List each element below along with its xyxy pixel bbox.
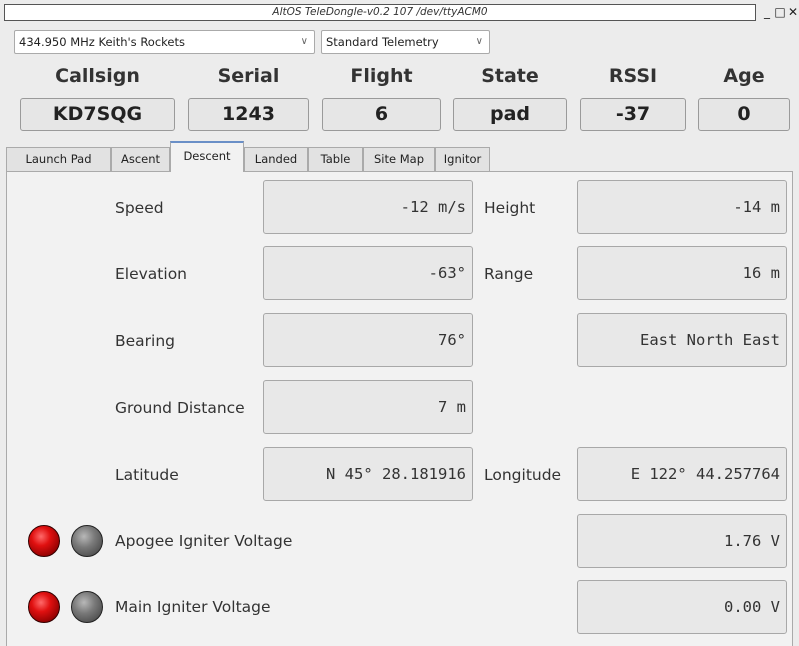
flight-header: Flight bbox=[350, 65, 413, 87]
tab-ascent[interactable]: Ascent bbox=[111, 147, 170, 171]
close-icon[interactable]: ✕ bbox=[786, 3, 799, 21]
callsign-value: KD7SQG bbox=[20, 98, 175, 131]
descent-panel: Speed -12 m/s Height -14 m Elevation -63… bbox=[6, 171, 793, 646]
latitude-label: Latitude bbox=[115, 466, 179, 484]
rssi-value: -37 bbox=[580, 98, 686, 131]
chevron-down-icon: ∨ bbox=[300, 36, 308, 47]
tab-table[interactable]: Table bbox=[308, 147, 363, 171]
longitude-field: E 122° 44.257764 bbox=[577, 447, 787, 501]
serial-header: Serial bbox=[217, 65, 280, 87]
age-value: 0 bbox=[698, 98, 790, 131]
tab-site-map[interactable]: Site Map bbox=[363, 147, 435, 171]
tab-landed[interactable]: Landed bbox=[244, 147, 308, 171]
bearing-direction-field: East North East bbox=[577, 313, 787, 367]
telemetry-select-value: Standard Telemetry bbox=[326, 35, 439, 49]
longitude-label: Longitude bbox=[484, 466, 562, 484]
apogee-igniter-label: Apogee Igniter Voltage bbox=[115, 532, 293, 550]
frequency-select[interactable]: 434.950 MHz Keith's Rockets ∨ bbox=[14, 30, 315, 54]
tab-ignitor[interactable]: Ignitor bbox=[435, 147, 490, 171]
bearing-label: Bearing bbox=[115, 332, 176, 350]
main-status-led-red bbox=[28, 591, 60, 623]
main-status-led-gray bbox=[71, 591, 103, 623]
state-value: pad bbox=[453, 98, 567, 131]
tab-descent[interactable]: Descent bbox=[170, 141, 244, 172]
minimize-icon[interactable]: _ bbox=[760, 3, 774, 21]
maximize-icon[interactable]: □ bbox=[773, 3, 787, 21]
flight-value: 6 bbox=[322, 98, 441, 131]
rssi-header: RSSI bbox=[608, 65, 658, 87]
range-field: 16 m bbox=[577, 246, 787, 300]
bearing-field: 76° bbox=[263, 313, 473, 367]
serial-value: 1243 bbox=[188, 98, 309, 131]
speed-field: -12 m/s bbox=[263, 180, 473, 234]
elevation-field: -63° bbox=[263, 246, 473, 300]
telemetry-select[interactable]: Standard Telemetry ∨ bbox=[321, 30, 490, 54]
height-label: Height bbox=[484, 199, 536, 217]
state-header: State bbox=[481, 65, 539, 87]
ground-distance-field: 7 m bbox=[263, 380, 473, 434]
height-field: -14 m bbox=[577, 180, 787, 234]
speed-label: Speed bbox=[115, 199, 164, 217]
title-bar: AltOS TeleDongle-v0.2 107 /dev/ttyACM0 _… bbox=[0, 0, 799, 24]
frequency-select-value: 434.950 MHz Keith's Rockets bbox=[19, 35, 185, 49]
main-igniter-label: Main Igniter Voltage bbox=[115, 598, 271, 616]
callsign-header: Callsign bbox=[55, 65, 140, 87]
main-igniter-field: 0.00 V bbox=[577, 580, 787, 634]
apogee-status-led-red bbox=[28, 525, 60, 557]
age-header: Age bbox=[723, 65, 765, 87]
latitude-field: N 45° 28.181916 bbox=[263, 447, 473, 501]
window-title[interactable]: AltOS TeleDongle-v0.2 107 /dev/ttyACM0 bbox=[4, 4, 756, 21]
chevron-down-icon: ∨ bbox=[475, 36, 483, 47]
range-label: Range bbox=[484, 265, 534, 283]
apogee-igniter-field: 1.76 V bbox=[577, 514, 787, 568]
tab-bar: Launch Pad Ascent Descent Landed Table S… bbox=[6, 141, 786, 172]
apogee-status-led-gray bbox=[71, 525, 103, 557]
ground-distance-label: Ground Distance bbox=[115, 399, 245, 417]
tab-launch-pad[interactable]: Launch Pad bbox=[6, 147, 111, 171]
elevation-label: Elevation bbox=[115, 265, 187, 283]
